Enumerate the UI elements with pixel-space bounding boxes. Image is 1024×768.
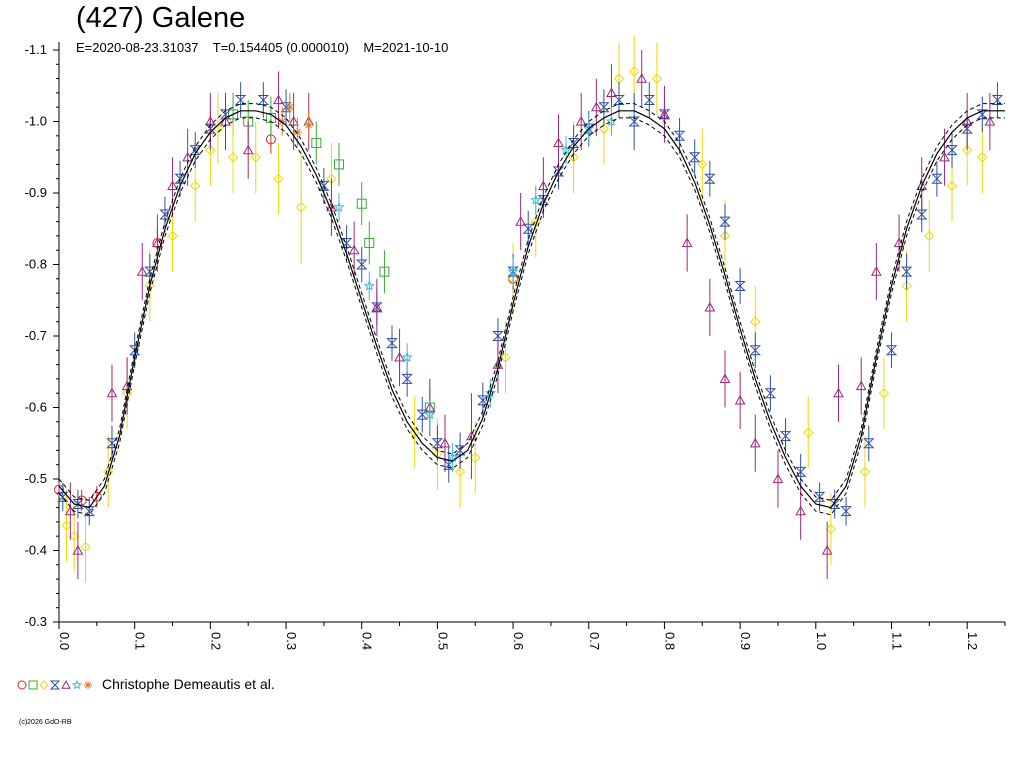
marker-bowtie: [49, 680, 61, 690]
tick-labels: -0.3 -0.4 -0.5 -0.6 -0.7 -0.8 -0.9 -1.0 -1.1 0.0 0…: [25, 42, 981, 650]
lightcurve-plot: -0.3 -0.4 -0.5 -0.6 -0.7 -0.8 -0.9 -1.0 -1.1 0.0 0…: [25, 35, 1006, 650]
marker-asterisk: [84, 681, 92, 689]
marker-asterisk: [292, 127, 302, 137]
x-tick-label: 0.3: [284, 632, 299, 650]
marker-square: [28, 680, 38, 690]
x-tick-label: 1.1: [889, 632, 904, 650]
x-tick-label: 0.2: [208, 632, 223, 650]
x-tick-label: 0.6: [511, 632, 526, 650]
y-tick-label: -1.0: [25, 114, 47, 129]
x-tick-label: 0.1: [133, 632, 148, 650]
data-points: [54, 35, 1004, 583]
data-series: [65, 50, 996, 580]
legend-label: Christophe Demeautis et al.: [102, 676, 275, 692]
x-tick-label: 1.2: [965, 632, 980, 650]
marker-asterisk: [285, 102, 295, 112]
x-tick-label: 0.8: [662, 632, 677, 650]
marker-circle: [17, 680, 27, 690]
legend-symbols: [17, 679, 92, 690]
x-tick-label: 0.9: [738, 632, 753, 650]
fit-line: [58, 110, 1005, 509]
legend: Christophe Demeautis et al.: [16, 675, 275, 693]
y-tick-label: -1.1: [25, 42, 47, 57]
x-tick-label: 0.0: [57, 632, 72, 650]
y-tick-label: -0.8: [25, 257, 47, 272]
x-tick-label: 0.4: [360, 632, 375, 650]
y-tick-label: -0.9: [25, 185, 47, 200]
copyright-note: (c)2026 GdO-RB: [19, 719, 72, 726]
marker-triangle: [61, 679, 71, 689]
fit-envelope-upper: [58, 103, 1005, 501]
x-tick-label: 0.7: [587, 632, 602, 650]
fit-envelope-lower: [58, 117, 1005, 516]
y-tick-label: -0.7: [25, 328, 47, 343]
y-tick-label: -0.6: [25, 400, 47, 415]
x-tick-label: 0.5: [435, 632, 450, 650]
x-tick-label: 1.0: [814, 632, 829, 650]
y-tick-label: -0.3: [25, 614, 47, 629]
data-series: [57, 82, 1004, 526]
axes: [53, 42, 1006, 629]
marker-star: [71, 679, 83, 690]
y-tick-label: -0.5: [25, 471, 47, 486]
marker-diamond: [39, 680, 49, 690]
y-tick-label: -0.4: [25, 543, 47, 558]
data-series: [61, 35, 988, 583]
fit-curve: [58, 103, 1005, 516]
